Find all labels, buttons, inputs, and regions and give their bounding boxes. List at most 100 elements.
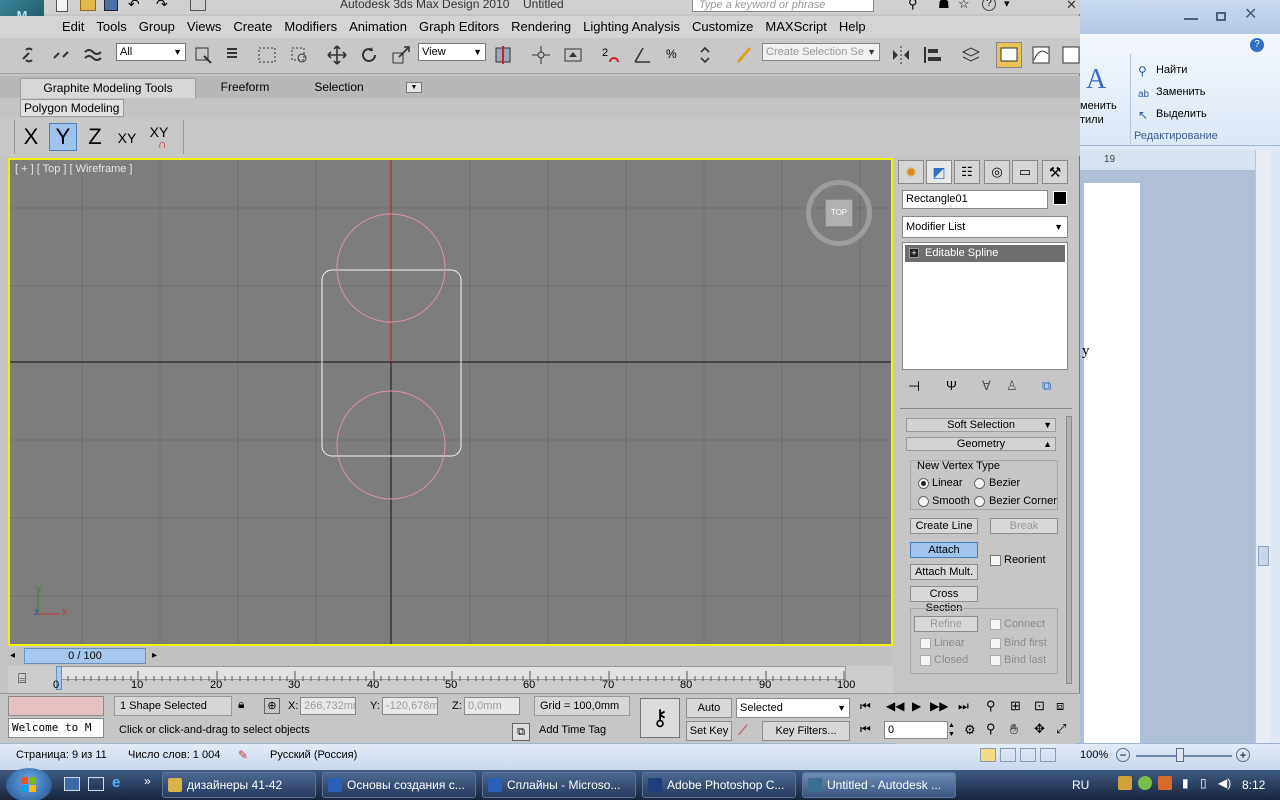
reference-coordinate-dropdown[interactable]: View ▼ bbox=[418, 43, 486, 61]
restore-icon[interactable] bbox=[1216, 12, 1226, 21]
zoom-slider-thumb[interactable] bbox=[1176, 748, 1184, 762]
clock[interactable]: 8:12 bbox=[1242, 778, 1265, 792]
auto-key-button[interactable]: Auto Key bbox=[686, 698, 732, 732]
constrain-z-button[interactable]: Z bbox=[82, 123, 108, 151]
menu-group[interactable]: Group bbox=[133, 16, 181, 37]
orbit-icon[interactable]: ✥ bbox=[1034, 721, 1045, 737]
layer-manager-icon[interactable] bbox=[958, 42, 984, 68]
constrain-xy-button[interactable]: XY bbox=[112, 126, 142, 150]
fullscreen-reading-icon[interactable] bbox=[1000, 748, 1016, 762]
curve-editor-icon[interactable] bbox=[1028, 42, 1054, 68]
time-configuration-icon[interactable]: ⚙︎ bbox=[964, 722, 976, 738]
save-file-icon[interactable] bbox=[104, 0, 118, 11]
find-button[interactable]: ⚲ Найти bbox=[1138, 64, 1187, 78]
word-page[interactable]: у bbox=[1082, 183, 1140, 743]
object-color-swatch[interactable] bbox=[1053, 191, 1067, 205]
select-button[interactable]: ↖ Выделить bbox=[1138, 108, 1207, 122]
time-tag-icon[interactable]: ⧉ bbox=[512, 723, 530, 741]
select-object-icon[interactable] bbox=[190, 42, 216, 68]
constrain-xy-cycle-button[interactable]: XY ∩ bbox=[144, 120, 174, 151]
display-tab-icon[interactable]: ▭ bbox=[1012, 160, 1038, 184]
frame-spinner-icon[interactable]: ▲ ▼ bbox=[948, 721, 958, 739]
percent-snap-icon[interactable]: % bbox=[662, 42, 688, 68]
go-to-start-icon[interactable]: ⏮ bbox=[860, 699, 871, 714]
selection-lock-icon[interactable]: 🔒︎ bbox=[238, 697, 244, 712]
taskbar-item-word-doc-2[interactable]: Сплайны - Microso... bbox=[482, 772, 636, 798]
language-status[interactable]: Русский (Россия) bbox=[270, 749, 357, 761]
menu-help[interactable]: Help bbox=[833, 16, 872, 37]
select-by-name-icon[interactable] bbox=[222, 42, 248, 68]
select-and-scale-icon[interactable] bbox=[388, 42, 414, 68]
reorient-checkbox[interactable] bbox=[990, 555, 1001, 566]
select-and-link-icon[interactable] bbox=[16, 42, 42, 68]
quick-launch-overflow-icon[interactable]: » bbox=[144, 774, 151, 788]
set-key-big-icon[interactable]: ⚷ bbox=[640, 698, 680, 738]
zoom-region-icon[interactable]: ⚲ bbox=[986, 721, 996, 737]
viewcube-top-face[interactable]: TOP bbox=[825, 199, 853, 227]
show-desktop-icon[interactable] bbox=[64, 777, 80, 791]
bind-first-checkbox[interactable] bbox=[990, 638, 1001, 649]
radio-smooth[interactable] bbox=[918, 496, 929, 507]
linear-checkbox[interactable] bbox=[920, 638, 931, 649]
mini-curve-editor-icon[interactable]: ⌸ bbox=[18, 670, 26, 687]
time-slider-thumb[interactable]: 0 / 100 bbox=[24, 648, 146, 664]
taskbar-item-photoshop[interactable]: Adobe Photoshop C... bbox=[642, 772, 796, 798]
menu-create[interactable]: Create bbox=[227, 16, 278, 37]
word-count[interactable]: Число слов: 1 004 bbox=[128, 749, 220, 761]
show-end-result-icon[interactable]: Ψ bbox=[946, 378, 957, 393]
help-icon[interactable]: ? bbox=[1250, 38, 1264, 52]
close-icon[interactable]: ✕ bbox=[1244, 6, 1260, 24]
previous-key-icon[interactable]: ◀︎◀︎ bbox=[886, 699, 904, 713]
attach-mult-button[interactable]: Attach Mult. bbox=[910, 564, 978, 580]
radio-bezier-corner[interactable] bbox=[974, 496, 985, 507]
network-icon[interactable]: ▮ bbox=[1182, 776, 1196, 790]
switch-windows-icon[interactable] bbox=[88, 777, 104, 791]
rectangular-selection-region-icon[interactable] bbox=[254, 42, 280, 68]
start-button[interactable] bbox=[6, 768, 52, 800]
menu-maxscript[interactable]: MAXScript bbox=[759, 16, 832, 37]
help-dropdown-icon[interactable]: ▾ bbox=[1004, 0, 1010, 10]
zoom-all-icon[interactable]: ⊞ bbox=[1010, 698, 1021, 714]
spellcheck-icon[interactable]: ✎ bbox=[238, 748, 248, 762]
tray-icon-2[interactable] bbox=[1138, 776, 1152, 790]
mirror-icon[interactable] bbox=[888, 42, 914, 68]
bind-to-space-warp-icon[interactable] bbox=[80, 42, 106, 68]
ribbon-options-icon[interactable]: ▼ bbox=[406, 82, 422, 93]
close-icon[interactable]: ✕ bbox=[1066, 0, 1080, 12]
track-bar[interactable]: ⌸ 0 10 20 30 40 50 60 70 80 90 100 bbox=[8, 666, 893, 693]
window-crossing-icon[interactable] bbox=[286, 42, 312, 68]
select-and-manipulate-icon[interactable] bbox=[528, 42, 554, 68]
add-time-tag[interactable]: Add Time Tag bbox=[534, 721, 630, 741]
absolute-relative-toggle-icon[interactable]: ⊕ bbox=[264, 698, 280, 714]
radio-linear[interactable] bbox=[918, 478, 929, 489]
break-button[interactable]: Break bbox=[990, 518, 1058, 534]
key-mode-dropdown[interactable]: Selected ▼ bbox=[736, 698, 850, 718]
page-count[interactable]: Страница: 9 из 11 bbox=[16, 749, 107, 761]
menu-customize[interactable]: Customize bbox=[686, 16, 759, 37]
outline-icon[interactable] bbox=[1040, 748, 1056, 762]
unlink-selection-icon[interactable] bbox=[48, 42, 74, 68]
make-unique-icon[interactable]: ∀ bbox=[982, 378, 991, 394]
taskbar-item-word-doc-1[interactable]: Основы создания с... bbox=[322, 772, 476, 798]
undo-icon[interactable]: ↶ bbox=[128, 0, 140, 13]
new-file-icon[interactable] bbox=[56, 0, 68, 12]
volume-icon[interactable]: ◀︎) bbox=[1218, 776, 1232, 790]
tab-selection[interactable]: Selection bbox=[294, 78, 384, 98]
replace-button[interactable]: ab Заменить bbox=[1138, 86, 1205, 100]
next-key-icon[interactable]: ▶︎▶︎ bbox=[930, 699, 948, 713]
selection-filter-dropdown[interactable]: All ▼ bbox=[116, 43, 186, 61]
edit-named-selection-icon[interactable] bbox=[732, 42, 758, 68]
viewcube-compass[interactable]: TOP bbox=[806, 180, 872, 246]
subscription-icon[interactable]: ☗ bbox=[938, 0, 950, 12]
word-scrollbar[interactable] bbox=[1255, 150, 1271, 745]
menu-rendering[interactable]: Rendering bbox=[505, 16, 577, 37]
zoom-out-icon[interactable]: − bbox=[1116, 748, 1130, 762]
key-filters-button[interactable]: Key Filters... bbox=[762, 721, 850, 741]
viewport-label-menu[interactable]: [ + ] [ Top ] [ Wireframe ] bbox=[15, 163, 132, 175]
x-coordinate-field[interactable]: 266,732mm bbox=[300, 697, 356, 715]
create-line-button[interactable]: Create Line bbox=[910, 518, 978, 534]
spinner-snap-icon[interactable] bbox=[694, 42, 720, 68]
attach-button[interactable]: Attach bbox=[910, 542, 978, 558]
y-coordinate-field[interactable]: -120,678m bbox=[382, 697, 438, 715]
snaps-toggle-icon[interactable]: 2 bbox=[598, 42, 624, 68]
